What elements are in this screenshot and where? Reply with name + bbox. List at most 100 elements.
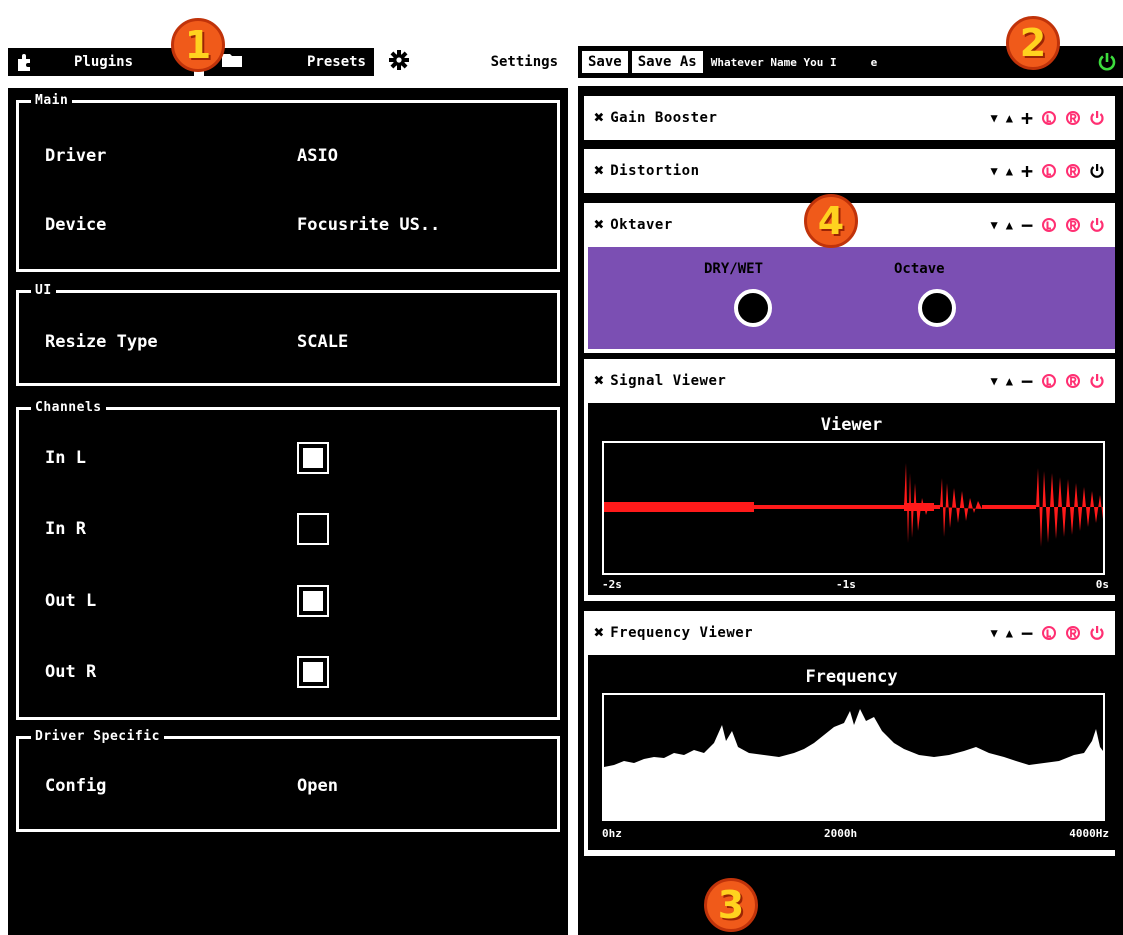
- tab-plugins[interactable]: Plugins: [8, 48, 194, 76]
- triangle-up-icon[interactable]: ▲: [1006, 626, 1013, 640]
- channel-row-in-r: In R: [45, 513, 547, 545]
- triangle-down-icon[interactable]: ▼: [990, 218, 997, 232]
- waveform-display: [602, 441, 1105, 575]
- l-circle-icon[interactable]: [1041, 373, 1057, 389]
- expand-toggle[interactable]: +: [1021, 161, 1033, 181]
- group-ui-title: UI: [31, 283, 56, 298]
- axis-label: -2s: [602, 578, 622, 591]
- plugin-gain-booster: ✖ Gain Booster ▼ ▲ +: [584, 96, 1115, 140]
- dry-wet-knob[interactable]: [734, 289, 772, 327]
- r-circle-icon[interactable]: [1065, 373, 1081, 389]
- power-icon[interactable]: [1089, 625, 1105, 641]
- group-channels-title: Channels: [31, 400, 106, 415]
- group-main-title: Main: [31, 93, 73, 108]
- save-button[interactable]: Save: [582, 51, 628, 73]
- tab-plugins-label: Plugins: [74, 54, 134, 70]
- triangle-up-icon[interactable]: ▲: [1006, 374, 1013, 388]
- plugin-header: ✖ Gain Booster ▼ ▲ +: [584, 96, 1115, 140]
- device-select[interactable]: Focusrite US..: [297, 215, 547, 235]
- collapse-toggle[interactable]: −: [1021, 215, 1033, 235]
- plugin-controls: ▼ ▲ +: [990, 161, 1115, 181]
- triangle-down-icon[interactable]: ▼: [990, 111, 997, 125]
- r-circle-icon[interactable]: [1065, 163, 1081, 179]
- group-driver-specific: Driver Specific Config Open: [16, 729, 560, 832]
- x-icon[interactable]: ✖: [594, 371, 604, 391]
- l-circle-icon[interactable]: [1041, 217, 1057, 233]
- device-label: Device: [45, 215, 107, 235]
- axis-label: 4000Hz: [1069, 827, 1109, 840]
- triangle-down-icon[interactable]: ▼: [990, 164, 997, 178]
- channel-checkbox-in-r[interactable]: [297, 513, 329, 545]
- tab-presets[interactable]: Presets: [260, 48, 374, 76]
- channel-checkbox-out-r[interactable]: [297, 656, 329, 688]
- x-icon[interactable]: ✖: [594, 215, 604, 235]
- x-icon[interactable]: ✖: [594, 108, 604, 128]
- l-circle-icon[interactable]: [1041, 110, 1057, 126]
- group-ui: UI Resize Type SCALE: [16, 283, 560, 386]
- driver-select[interactable]: ASIO: [297, 146, 547, 166]
- plugin-name: Distortion: [610, 163, 700, 179]
- plugin-name: Signal Viewer: [610, 373, 727, 389]
- axis-label: 0s: [1095, 578, 1109, 591]
- collapse-toggle[interactable]: −: [1021, 371, 1033, 391]
- power-icon[interactable]: [1089, 163, 1105, 179]
- resize-select[interactable]: SCALE: [297, 332, 547, 352]
- tab-presets-label: Presets: [306, 54, 366, 70]
- waveform-graphic: [604, 463, 1103, 547]
- preset-name-tail: e: [870, 55, 878, 69]
- save-as-button[interactable]: Save As: [631, 51, 703, 73]
- tab-settings[interactable]: Settings: [374, 48, 560, 76]
- channel-checkbox-in-l[interactable]: [297, 442, 329, 474]
- global-power-icon[interactable]: [1097, 52, 1117, 76]
- knob-label-octave: Octave: [894, 261, 945, 277]
- plugin-controls: ▼ ▲ −: [990, 215, 1115, 235]
- resize-row[interactable]: Resize Type SCALE: [45, 327, 547, 357]
- r-circle-icon[interactable]: [1065, 217, 1081, 233]
- power-icon[interactable]: [1089, 110, 1105, 126]
- r-circle-icon[interactable]: [1065, 110, 1081, 126]
- l-circle-icon[interactable]: [1041, 163, 1057, 179]
- x-icon[interactable]: ✖: [594, 161, 604, 181]
- plugin-frequency-viewer: ✖ Frequency Viewer ▼ ▲ − Frequency 0hz 2…: [584, 611, 1115, 856]
- channel-label: Out L: [45, 591, 97, 611]
- signal-viewer-panel: Viewer -2s -1s 0s: [588, 403, 1115, 595]
- plugin-name: Frequency Viewer: [610, 625, 754, 641]
- expand-toggle[interactable]: +: [1021, 108, 1033, 128]
- channel-row-out-l: Out L: [45, 585, 547, 617]
- plugin-name: Oktaver: [610, 217, 673, 233]
- preset-name-text: Whatever Name You I: [710, 55, 837, 69]
- channel-checkbox-out-l[interactable]: [297, 585, 329, 617]
- knob-label-dry-wet: DRY/WET: [704, 261, 764, 277]
- l-circle-icon[interactable]: [1041, 625, 1057, 641]
- driver-label: Driver: [45, 146, 107, 166]
- settings-panel: Main Driver ASIO Device Focusrite US.. U…: [8, 88, 568, 935]
- group-driver-specific-title: Driver Specific: [31, 729, 164, 744]
- triangle-down-icon[interactable]: ▼: [990, 626, 997, 640]
- channel-row-out-r: Out R: [45, 656, 547, 688]
- x-icon[interactable]: ✖: [594, 623, 604, 643]
- config-row[interactable]: Config Open: [45, 771, 547, 801]
- resize-label: Resize Type: [45, 332, 158, 352]
- triangle-up-icon[interactable]: ▲: [1006, 164, 1013, 178]
- plugin-controls: ▼ ▲ +: [990, 108, 1115, 128]
- triangle-up-icon[interactable]: ▲: [1006, 218, 1013, 232]
- axis-label: 0hz: [602, 827, 622, 840]
- spectrum-graphic: [604, 709, 1103, 819]
- config-open-button[interactable]: Open: [297, 776, 547, 796]
- triangle-up-icon[interactable]: ▲: [1006, 111, 1013, 125]
- plugin-header: ✖ Distortion ▼ ▲ +: [584, 149, 1115, 193]
- power-icon[interactable]: [1089, 217, 1105, 233]
- axis-label: 2000h: [824, 827, 858, 840]
- power-icon[interactable]: [1089, 373, 1105, 389]
- triangle-down-icon[interactable]: ▼: [990, 374, 997, 388]
- collapse-toggle[interactable]: −: [1021, 623, 1033, 643]
- octave-knob[interactable]: [918, 289, 956, 327]
- r-circle-icon[interactable]: [1065, 625, 1081, 641]
- plugin-name: Gain Booster: [610, 110, 718, 126]
- driver-row[interactable]: Driver ASIO: [45, 141, 547, 171]
- preset-name-field[interactable]: Whatever Name You I e: [711, 56, 877, 69]
- channel-label: In R: [45, 519, 86, 539]
- device-row[interactable]: Device Focusrite US..: [45, 210, 547, 240]
- channel-label: Out R: [45, 662, 97, 682]
- channel-row-in-l: In L: [45, 442, 547, 474]
